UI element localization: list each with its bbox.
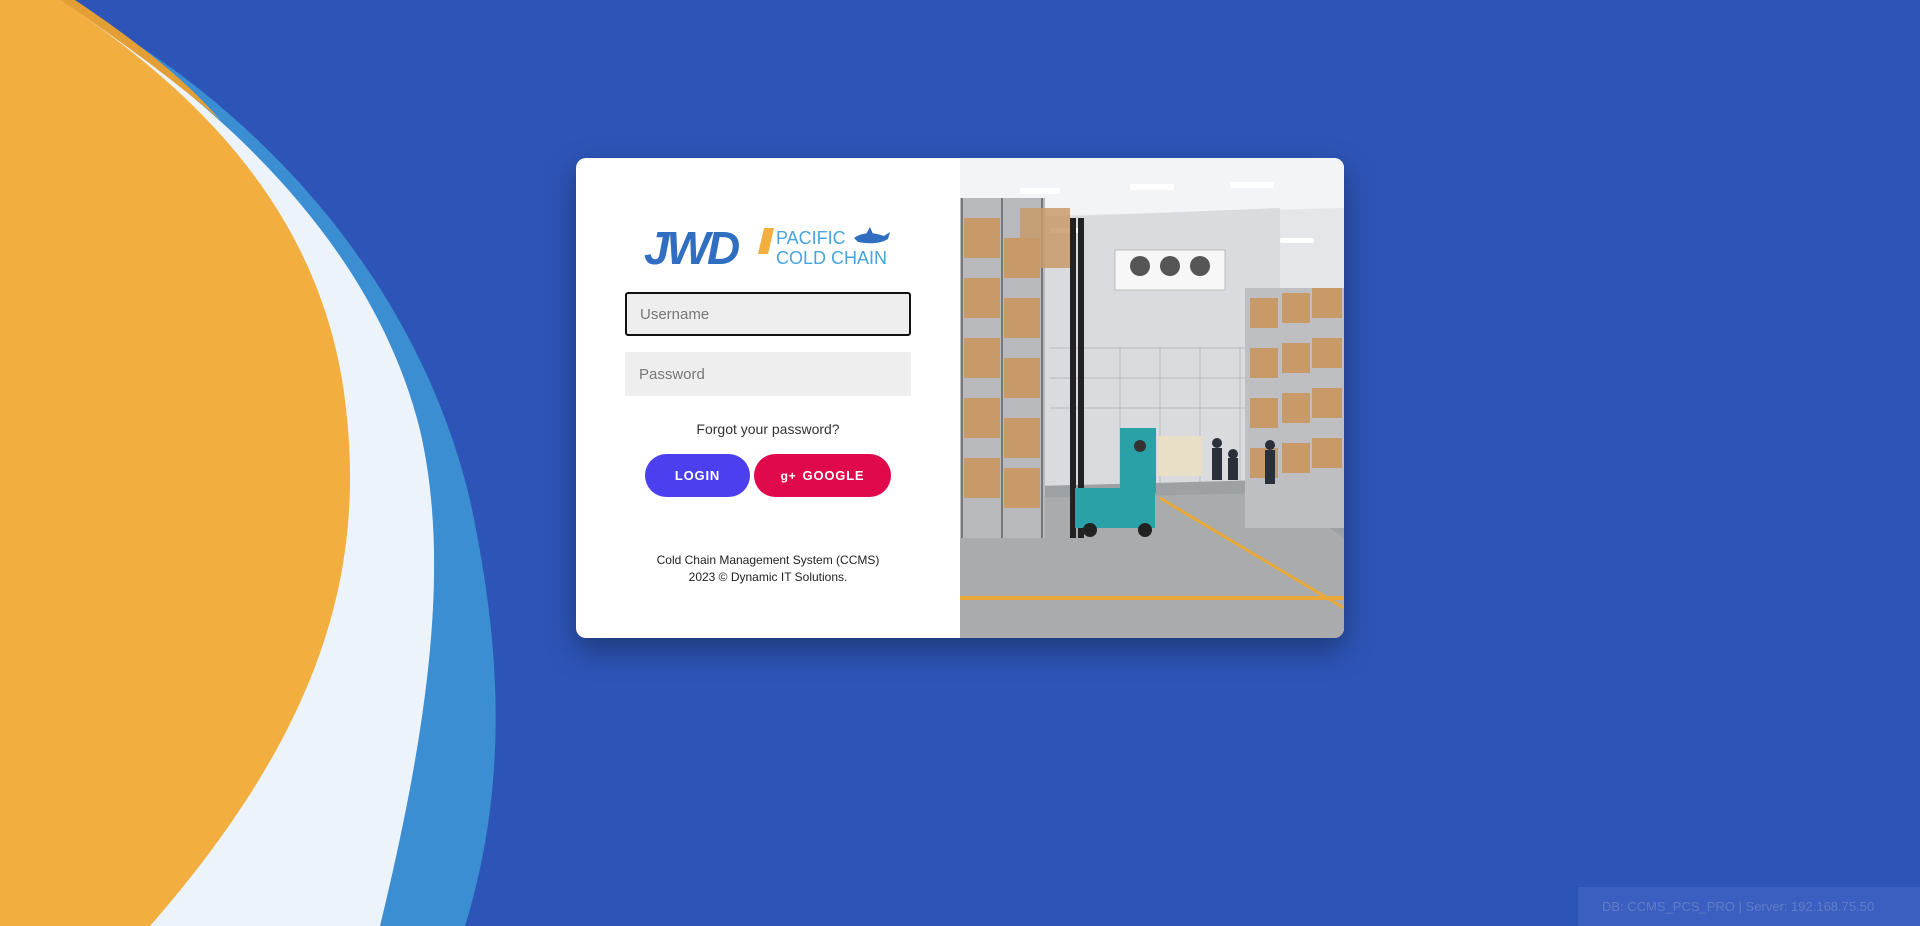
company-logo: JWD PACIFIC COLD CHAIN <box>644 224 890 270</box>
footer-text: Cold Chain Management System (CCMS) 2023… <box>576 552 960 586</box>
google-plus-icon: g+ <box>780 468 797 483</box>
login-button[interactable]: LOGIN <box>645 454 750 497</box>
login-form-pane: JWD PACIFIC COLD CHAIN Forgot your passw… <box>576 158 960 638</box>
google-login-button[interactable]: g+ GOOGLE <box>754 454 891 497</box>
logo-line2: COLD CHAIN <box>776 248 887 268</box>
logo-line1: PACIFIC <box>776 228 846 248</box>
shark-icon <box>854 227 890 244</box>
server-info-text: DB: CCMS_PCS_PRO | Server: 192.168.75.50 <box>1602 899 1875 914</box>
forgot-password-link[interactable]: Forgot your password? <box>576 421 960 437</box>
logo-apostrophe <box>758 228 774 254</box>
warehouse-photo <box>960 158 1344 638</box>
password-input[interactable] <box>625 352 911 396</box>
server-info-bar: DB: CCMS_PCS_PRO | Server: 192.168.75.50 <box>1578 887 1920 926</box>
logo-mark: JWD <box>644 224 739 270</box>
footer-line1: Cold Chain Management System (CCMS) <box>656 553 880 567</box>
cold-storage-image <box>960 158 1344 638</box>
google-button-label: GOOGLE <box>802 468 865 483</box>
login-card: JWD PACIFIC COLD CHAIN Forgot your passw… <box>576 158 1344 638</box>
username-input[interactable] <box>625 292 911 336</box>
footer-line2: 2023 © Dynamic IT Solutions. <box>688 570 848 584</box>
login-button-label: LOGIN <box>674 468 721 483</box>
